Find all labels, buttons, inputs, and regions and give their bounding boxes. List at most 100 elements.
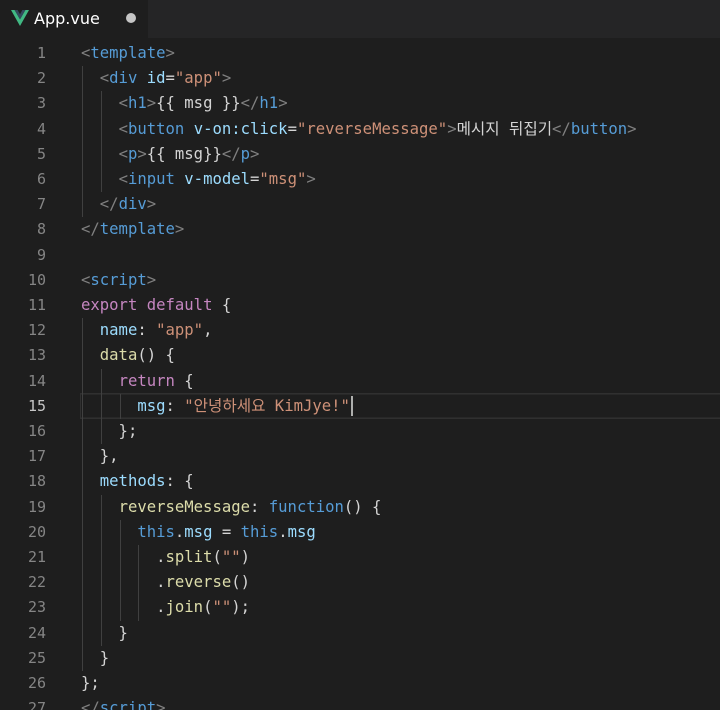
line-number: 9 <box>36 245 46 264</box>
code-token: template <box>99 220 175 239</box>
code-line[interactable]: 24 } <box>0 621 720 646</box>
code-token: button <box>570 119 628 138</box>
code-line[interactable]: 18 methods: { <box>0 469 720 494</box>
code-token: v-on:click <box>193 119 288 138</box>
code-token: > <box>174 220 185 239</box>
code-token: default <box>146 296 213 314</box>
code-token: h1 <box>127 94 147 113</box>
code-token: "reverseMessage" <box>296 119 448 138</box>
code-line[interactable]: 20 this.msg = this.msg <box>0 520 720 545</box>
code-text: .reverse() <box>81 570 250 595</box>
code-line[interactable]: 14 return { <box>0 369 720 394</box>
code-line[interactable]: 6 <input v-model="msg"> <box>0 167 720 192</box>
code-token: < <box>81 44 91 62</box>
line-number: 21 <box>27 548 46 566</box>
tab-bar: App.vue <box>0 0 720 38</box>
code-line[interactable]: 10 <script> <box>0 268 720 293</box>
code-token: data <box>99 346 138 365</box>
code-text: <div id="app"> <box>81 66 231 91</box>
code-text: name: "app", <box>81 318 213 343</box>
code-line[interactable]: 27 </script> <box>0 696 720 710</box>
code-token: , <box>203 321 213 340</box>
tab-app-vue[interactable]: App.vue <box>0 0 148 38</box>
code-line[interactable]: 2 <div id="app"> <box>0 66 720 91</box>
code-token: . <box>174 522 185 541</box>
code-token: = <box>250 170 260 188</box>
code-token: script <box>99 699 157 710</box>
code-text: this.msg = this.msg <box>81 520 315 545</box>
line-number: 4 <box>36 119 46 138</box>
code-token: : <box>250 497 269 516</box>
code-line[interactable]: 3 <h1>{{ msg }}</h1> <box>0 91 720 116</box>
line-number: 25 <box>27 648 46 667</box>
code-token: export <box>81 296 138 314</box>
unsaved-dot-icon[interactable] <box>126 13 136 23</box>
code-text: </template> <box>81 217 184 242</box>
code-token: > <box>447 119 457 138</box>
code-token: () { <box>343 497 382 516</box>
code-token: "app" <box>156 321 204 340</box>
code-line[interactable]: 9 <box>0 243 720 268</box>
code-token: template <box>90 44 166 62</box>
code-text: <input v-model="msg"> <box>81 167 316 192</box>
code-line[interactable]: 21 .split("") <box>0 545 720 570</box>
code-line[interactable]: 26}; <box>0 671 720 696</box>
code-token: > <box>221 69 232 88</box>
code-editor[interactable]: 1 <template> 2 <div id="app"> 3 <h1>{{ msg … <box>0 41 720 710</box>
code-text: <h1>{{ msg }}</h1> <box>81 91 288 116</box>
code-token: = <box>212 522 241 541</box>
code-token: < <box>81 270 91 289</box>
vue-logo-icon <box>11 10 29 26</box>
code-token: > <box>165 44 175 62</box>
code-line[interactable]: 15 msg: "안녕하세요 KimJye!" <box>0 394 720 419</box>
code-token: this <box>240 522 279 541</box>
code-token: this <box>137 522 175 541</box>
line-number: 16 <box>27 422 46 440</box>
line-number: 6 <box>36 170 46 188</box>
line-number: 7 <box>36 195 46 214</box>
code-token: < <box>118 94 128 113</box>
code-text: }; <box>81 419 138 444</box>
code-line[interactable]: 17 }, <box>0 444 720 469</box>
code-line[interactable]: 4 <button v-on:click="reverseMessage">메시… <box>0 117 720 142</box>
code-line[interactable]: 22 .reverse() <box>0 570 720 595</box>
line-number: 20 <box>27 522 46 541</box>
code-token: {{ msg}} <box>146 144 222 163</box>
code-line[interactable]: 7 </div> <box>0 192 720 217</box>
code-token: > <box>627 119 637 138</box>
code-line[interactable]: 5 <p>{{ msg}}</p> <box>0 142 720 167</box>
code-token: }, <box>81 447 119 466</box>
code-token: < <box>99 69 110 88</box>
code-line[interactable]: 1 <template> <box>0 41 720 66</box>
code-token: = <box>287 119 297 138</box>
line-number: 5 <box>36 144 46 163</box>
code-token: 메시지 뒤집기 <box>456 119 553 138</box>
code-line[interactable]: 16 }; <box>0 419 720 444</box>
line-number: 2 <box>36 69 46 88</box>
code-line[interactable]: 13 data() { <box>0 343 720 368</box>
code-line[interactable]: 11 export default { <box>0 293 720 318</box>
code-token: v-model <box>184 170 251 188</box>
line-number: 18 <box>27 472 46 491</box>
code-text: return { <box>81 369 194 394</box>
code-line[interactable]: 8 </template> <box>0 217 720 242</box>
code-line[interactable]: 23 .join(""); <box>0 595 720 620</box>
line-number: 3 <box>36 94 46 113</box>
code-token: > <box>250 144 260 163</box>
code-token: msg <box>137 396 166 415</box>
code-line[interactable]: 12 name: "app", <box>0 318 720 343</box>
code-line[interactable]: 19 reverseMessage: function() { <box>0 495 720 520</box>
code-token: }; <box>81 674 100 692</box>
code-line[interactable]: 25 } <box>0 646 720 671</box>
code-text: </script> <box>81 696 166 710</box>
tab-title: App.vue <box>34 9 100 28</box>
code-token: "안녕하세요 KimJye!" <box>184 396 350 415</box>
